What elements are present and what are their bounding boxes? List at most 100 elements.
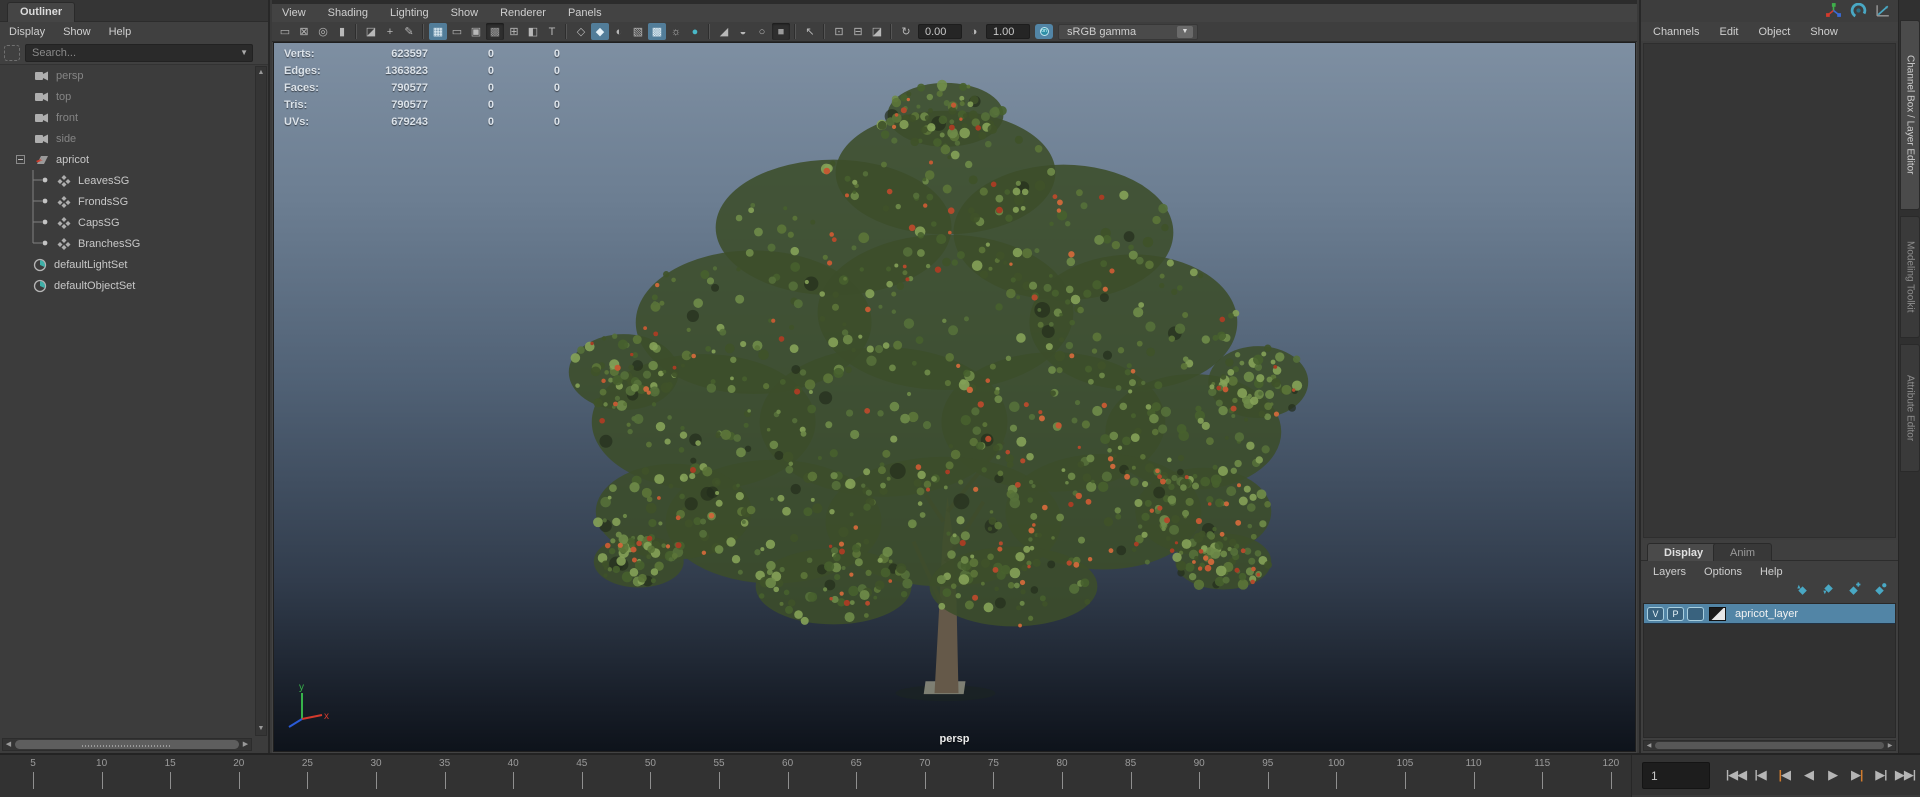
outliner-item-top[interactable]: top (0, 86, 254, 107)
viewport-menu-shading[interactable]: Shading (328, 7, 368, 19)
viewport-canvas[interactable]: Verts: 623597 0 0 Edges: 1363823 0 0 Faces: 79057… (273, 42, 1636, 752)
new-layer-from-selected-icon[interactable] (1871, 582, 1888, 600)
outliner-item-side[interactable]: side (0, 128, 254, 149)
scroll-down-icon[interactable]: ▼ (256, 723, 266, 735)
layer-list-scrollbar[interactable]: ◀ ▶ (1643, 740, 1896, 751)
outliner-item-defaultobjectset[interactable]: defaultObjectSet (0, 275, 254, 296)
film-gate-icon[interactable]: ▭ (448, 23, 466, 40)
outliner-item-apricot[interactable]: apricot (0, 149, 254, 170)
channel-box-menu-object[interactable]: Object (1758, 26, 1790, 38)
layer-editor-menu-help[interactable]: Help (1760, 566, 1783, 578)
bookmark-view-icon[interactable]: ▮ (333, 23, 351, 40)
step-forward-one-frame-button[interactable]: ▶ | (1869, 759, 1893, 791)
channel-box-menu-channels[interactable]: Channels (1653, 26, 1699, 38)
textured-icon[interactable]: ▩ (648, 23, 666, 40)
pan-zoom-icon[interactable]: + (381, 23, 399, 40)
outliner-menu-display[interactable]: Display (9, 26, 45, 38)
safe-action-icon[interactable]: ◧ (524, 23, 542, 40)
move-layer-up-icon[interactable] (1793, 582, 1810, 600)
speed-gauge-icon[interactable] (1850, 2, 1867, 21)
viewport-menu-lighting[interactable]: Lighting (390, 7, 429, 19)
outliner-tab[interactable]: Outliner (7, 2, 76, 22)
go-to-playback-start-button[interactable]: | ◀ ◀ (1724, 759, 1748, 791)
scroll-left-icon[interactable]: ◀ (3, 739, 14, 750)
layer-editor-tab-display[interactable]: Display (1647, 543, 1721, 561)
exposure-icon[interactable]: ↻ (897, 23, 915, 40)
viewport-menu-renderer[interactable]: Renderer (500, 7, 546, 19)
step-back-one-frame-button[interactable]: | ◀ (1748, 759, 1772, 791)
outliner-menu-help[interactable]: Help (109, 26, 132, 38)
move-layer-down-icon[interactable] (1819, 582, 1836, 600)
side-tab-attribute-editor[interactable]: Attribute Editor (1900, 344, 1920, 472)
viewport-menu-show[interactable]: Show (451, 7, 479, 19)
render-image-icon[interactable]: ◪ (868, 23, 886, 40)
greasepencil-icon[interactable]: ✎ (400, 23, 418, 40)
wireframe-icon[interactable]: ◇ (572, 23, 590, 40)
layer-editor-tab-anim[interactable]: Anim (1713, 543, 1773, 561)
go-to-playback-end-button[interactable]: ▶ ▶ | (1893, 759, 1917, 791)
manipulator-icon[interactable] (1825, 3, 1842, 21)
side-tab-modeling-toolkit[interactable]: Modeling Toolkit (1900, 216, 1920, 338)
contrast-icon[interactable]: ◑ (965, 23, 983, 40)
outliner-item-leavessg[interactable]: LeavesSG (0, 170, 254, 191)
outliner-item-persp[interactable]: persp (0, 65, 254, 86)
scrollbar-thumb[interactable] (1655, 742, 1884, 749)
lock-camera-icon[interactable]: ⊠ (295, 23, 313, 40)
default-material-icon[interactable]: ◐ (610, 23, 628, 40)
outliner-search-input[interactable] (25, 44, 253, 62)
search-options-chevron-icon[interactable]: ▼ (240, 48, 248, 57)
gate-mask-icon[interactable]: ▩ (486, 23, 504, 40)
scroll-left-icon[interactable]: ◀ (1644, 741, 1654, 750)
current-frame-field[interactable] (1642, 762, 1710, 789)
outliner-item-capssg[interactable]: CapsSG (0, 212, 254, 233)
viewport-menu-view[interactable]: View (282, 7, 306, 19)
textured-cube-icon[interactable]: ▧ (629, 23, 647, 40)
view-transform-dropdown[interactable]: sRGB gamma ▼ (1058, 23, 1198, 40)
scroll-up-icon[interactable]: ▲ (256, 67, 266, 79)
motion-blur-icon[interactable]: ○ (753, 23, 771, 40)
gamma-field[interactable]: 1.00 (986, 24, 1030, 39)
isolate-select-icon[interactable]: ↖ (801, 23, 819, 40)
outliner-item-front[interactable]: front (0, 107, 254, 128)
viewport-menu-panels[interactable]: Panels (568, 7, 602, 19)
layer-row-apricot_layer[interactable]: V Papricot_layer (1644, 604, 1895, 624)
scene-render-view-icon[interactable]: ⊟ (849, 23, 867, 40)
time-slider[interactable]: 5 10 15 20 25 30 35 40 45 50 55 60 65 70 75 80 85 90 95 100… (0, 755, 1632, 797)
camera-attributes-icon[interactable]: ◎ (314, 23, 332, 40)
select-camera-icon[interactable]: ▭ (276, 23, 294, 40)
step-forward-one-key-button[interactable]: ▶ | (1845, 759, 1869, 791)
multisample-icon[interactable]: ■ (772, 23, 790, 40)
scroll-right-icon[interactable]: ▶ (240, 739, 251, 750)
scroll-right-icon[interactable]: ▶ (1885, 741, 1895, 750)
outliner-item-frondssg[interactable]: FrondsSG (0, 191, 254, 212)
grid-icon[interactable]: ▦ (429, 23, 447, 40)
outliner-horizontal-scrollbar[interactable]: ◀ ▶ (2, 738, 252, 751)
shadows-icon[interactable]: ◢ (715, 23, 733, 40)
collapse-expander-icon[interactable] (16, 155, 25, 164)
layer-display-type-toggle[interactable] (1687, 606, 1704, 621)
filter-selection-icon[interactable] (4, 45, 20, 61)
graph-editor-icon[interactable] (1875, 3, 1892, 21)
layer-visibility-toggle[interactable]: V (1647, 606, 1664, 621)
side-tab-channel-box-layer-editor[interactable]: Channel Box / Layer Editor (1900, 20, 1920, 210)
layer-playback-toggle[interactable]: P (1667, 606, 1684, 621)
field-chart-icon[interactable]: ⊞ (505, 23, 523, 40)
step-back-one-key-button[interactable]: | ◀ (1772, 759, 1796, 791)
tree-model[interactable] (274, 43, 1635, 751)
layer-color-swatch[interactable] (1709, 606, 1726, 621)
play-forwards-button[interactable]: ▶ (1821, 759, 1845, 791)
scrollbar-thumb[interactable] (15, 740, 239, 749)
outliner-item-branchessg[interactable]: BranchesSG (0, 233, 254, 254)
hud-icon[interactable]: T (543, 23, 561, 40)
channel-box-menu-edit[interactable]: Edit (1719, 26, 1738, 38)
smooth-shade-icon[interactable]: ◆ (591, 23, 609, 40)
flat-lighting-icon[interactable]: ● (686, 23, 704, 40)
layer-editor-menu-layers[interactable]: Layers (1653, 566, 1686, 578)
occlusion-icon[interactable]: ◒ (734, 23, 752, 40)
outliner-vertical-scrollbar[interactable]: ▲ ▼ (255, 66, 267, 736)
snapshot-icon[interactable]: ⊡ (830, 23, 848, 40)
image-plane-icon[interactable]: ◪ (362, 23, 380, 40)
channel-box-menu-show[interactable]: Show (1810, 26, 1838, 38)
exposure-field[interactable]: 0.00 (918, 24, 962, 39)
color-management-toggle[interactable]: on (1035, 24, 1053, 39)
